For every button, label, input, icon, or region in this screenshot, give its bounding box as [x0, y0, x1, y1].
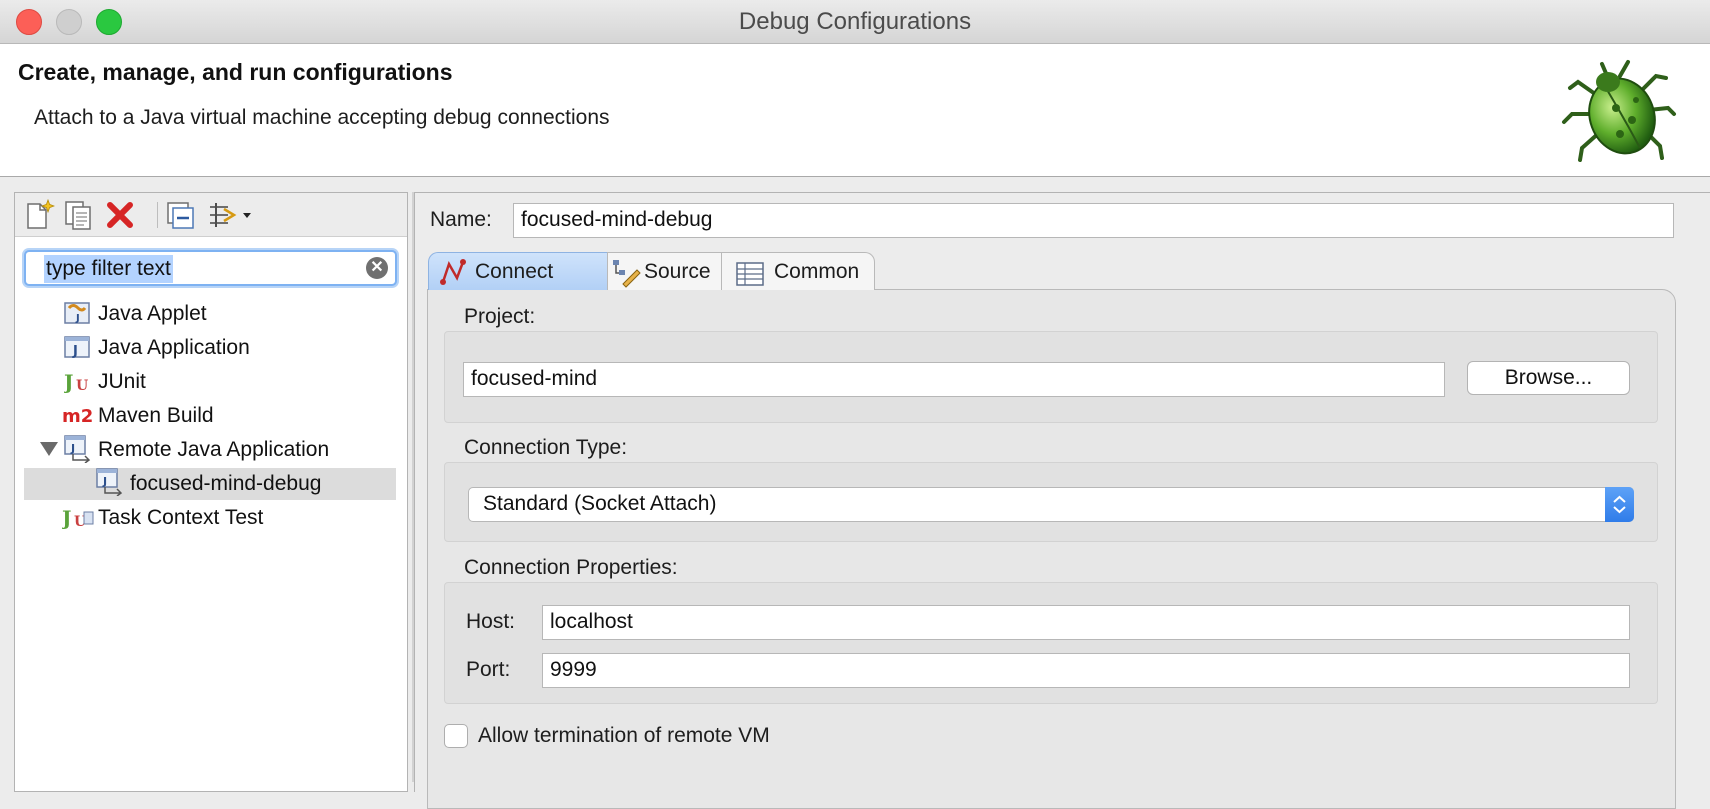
window-title: Debug Configurations [738, 8, 972, 35]
svg-text:J: J [70, 442, 75, 455]
select-chevron-icon[interactable] [1605, 487, 1634, 522]
allow-termination-label[interactable]: Allow termination of remote VM [478, 724, 770, 748]
svg-text:J: J [102, 475, 107, 488]
tree-item-java-applet[interactable]: Java Applet [98, 299, 207, 329]
svg-text:m2: m2 [62, 406, 93, 427]
svg-text:U: U [76, 378, 88, 394]
tab-connect-label: Connect [475, 260, 554, 283]
tree-item-focused-mind-debug[interactable]: focused-mind-debug [130, 469, 321, 499]
disclosure-triangle-icon[interactable] [40, 442, 58, 456]
clear-filter-icon[interactable]: ✕ [366, 257, 388, 279]
tree-item-java-application[interactable]: Java Application [98, 333, 250, 363]
host-label: Host: [466, 610, 516, 633]
filter-input-text[interactable]: type filter text [44, 255, 173, 283]
connect-icon [439, 258, 467, 286]
java-application-icon: J [64, 334, 92, 360]
svg-text:J: J [75, 313, 80, 324]
header-title: Create, manage, and run configurations [18, 59, 453, 85]
connection-type-label: Connection Type: [464, 436, 628, 459]
tab-common-label: Common [774, 260, 860, 283]
delete-icon[interactable] [103, 199, 137, 231]
connection-type-select[interactable]: Standard (Socket Attach) [468, 487, 1634, 522]
junit-icon: J U [62, 368, 92, 394]
tab-source-label: Source [644, 260, 711, 283]
tree-item-junit[interactable]: JUnit [98, 367, 146, 397]
filter-icon[interactable] [206, 199, 254, 231]
tab-common[interactable]: Common [721, 252, 875, 290]
port-field[interactable]: 9999 [542, 653, 1630, 688]
browse-button[interactable]: Browse... [1467, 361, 1630, 395]
tree-item-task-context-test[interactable]: Task Context Test [98, 503, 263, 533]
new-configuration-icon[interactable] [21, 198, 56, 231]
name-label: Name: [430, 208, 492, 231]
collapse-all-icon[interactable] [164, 199, 198, 231]
svg-text:J: J [72, 344, 78, 359]
project-label: Project: [464, 305, 536, 328]
common-icon [736, 261, 764, 286]
allow-termination-checkbox[interactable] [444, 724, 468, 748]
host-field[interactable]: localhost [542, 605, 1630, 640]
tree-item-remote-java-application[interactable]: Remote Java Application [98, 435, 329, 465]
connection-properties-label: Connection Properties: [464, 556, 678, 579]
svg-text:J: J [62, 506, 71, 530]
remote-java-icon: J [64, 435, 92, 464]
bug-icon [1558, 48, 1678, 172]
port-label: Port: [466, 658, 511, 681]
junit-icon: J U [60, 504, 94, 530]
tree-item-maven-build[interactable]: Maven Build [98, 401, 214, 431]
name-field[interactable]: focused-mind-debug [513, 203, 1674, 238]
svg-text:J: J [64, 370, 73, 394]
project-field[interactable]: focused-mind [463, 362, 1445, 397]
tab-source[interactable]: Source [607, 252, 722, 290]
header-description: Attach to a Java virtual machine accepti… [34, 106, 610, 129]
toolbar-separator [157, 202, 158, 228]
maven-icon: m2 [62, 402, 94, 428]
source-icon [611, 258, 641, 288]
tab-connect[interactable]: Connect [428, 252, 608, 290]
java-applet-icon: J [64, 300, 92, 326]
duplicate-icon[interactable] [62, 199, 96, 231]
remote-java-icon: J [96, 468, 124, 497]
